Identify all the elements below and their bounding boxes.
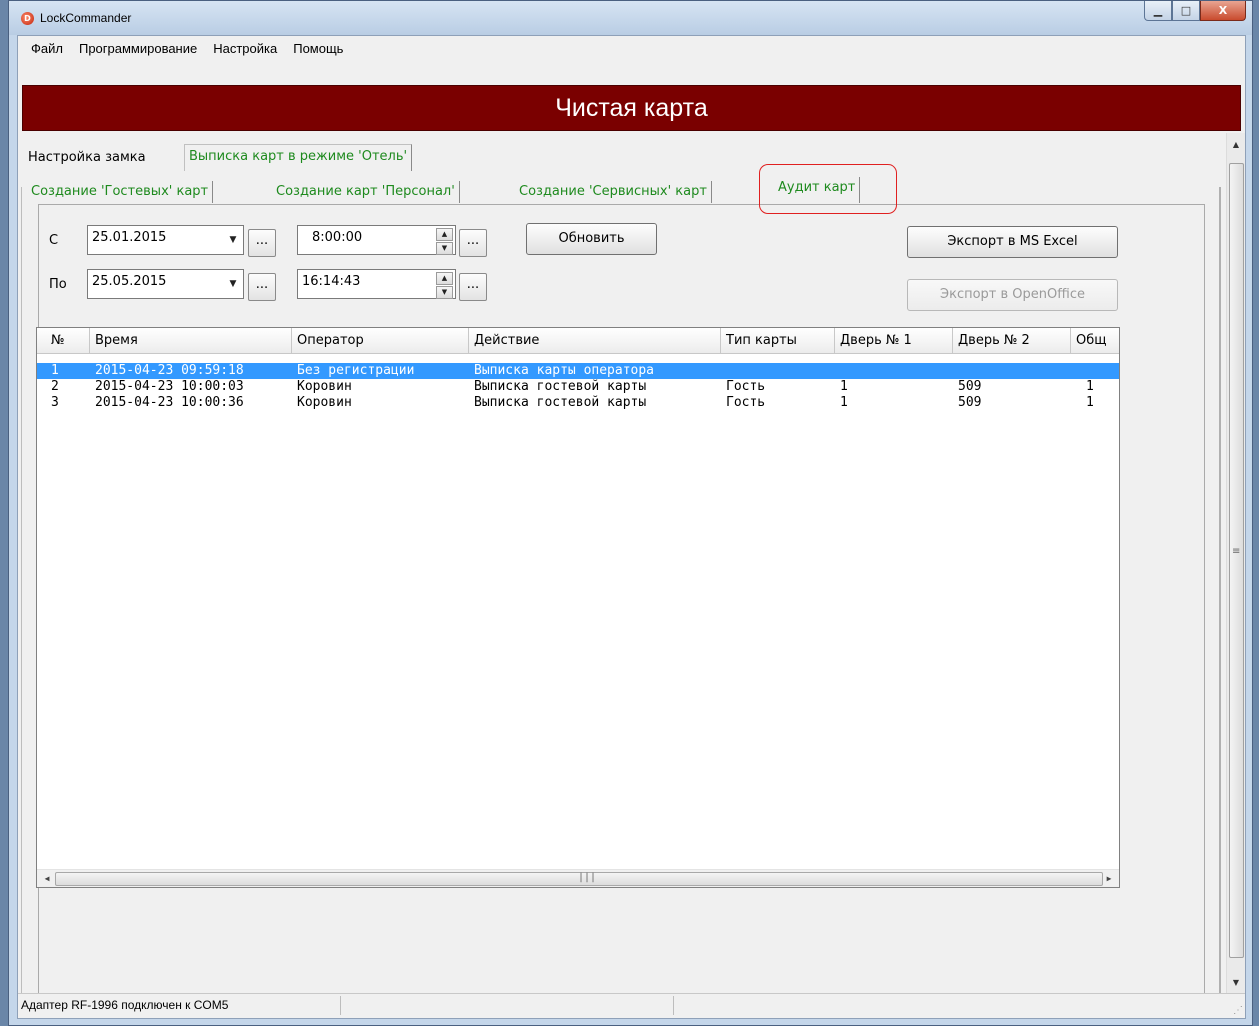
cell-operator: Коровин <box>297 395 352 410</box>
column-header-number[interactable]: № <box>46 328 90 353</box>
tab-lock-settings[interactable]: Настройка замка <box>24 147 150 169</box>
app-icon: D <box>21 12 34 25</box>
spin-down-icon[interactable]: ▼ <box>436 286 453 299</box>
spin-up-icon[interactable]: ▲ <box>436 272 453 285</box>
scroll-grip-icon: ≡ <box>1232 546 1241 558</box>
table-row[interactable]: 3 2015-04-23 10:00:36 Коровин Выписка го… <box>37 395 1119 411</box>
column-header-operator[interactable]: Оператор <box>292 328 469 353</box>
from-time-browse-button[interactable]: ... <box>459 229 487 257</box>
column-header-door-1[interactable]: Дверь № 1 <box>835 328 953 353</box>
audit-table[interactable]: № Время Оператор Действие Тип карты Двер… <box>36 327 1120 888</box>
column-header-card-type[interactable]: Тип карты <box>721 328 835 353</box>
column-header-common[interactable]: Общ <box>1071 328 1119 353</box>
cell-door-2: 509 <box>958 395 982 410</box>
adapter-status: Адаптер RF-1996 подключен к COM5 <box>18 996 341 1015</box>
to-date-picker[interactable]: 25.05.2015 ▼ <box>87 269 244 299</box>
scroll-grip-icon: ||| <box>578 872 597 883</box>
table-row[interactable]: 1 2015-04-23 09:59:18 Без регистрации Вы… <box>37 363 1119 379</box>
from-time-spinner[interactable]: ▲ ▼ <box>436 228 453 255</box>
to-time-value: 16:14:43 <box>302 274 361 289</box>
from-date-value: 25.01.2015 <box>92 230 167 245</box>
scroll-right-arrow-icon[interactable]: ▶ <box>1101 870 1117 887</box>
table-row[interactable]: 2 2015-04-23 10:00:03 Коровин Выписка го… <box>37 379 1119 395</box>
table-header: № Время Оператор Действие Тип карты Двер… <box>37 328 1119 354</box>
chevron-down-icon[interactable]: ▼ <box>225 227 241 253</box>
status-bar: Адаптер RF-1996 подключен к COM5 ⋰ <box>18 993 1245 1018</box>
close-button[interactable]: X <box>1200 1 1246 21</box>
horizontal-scrollbar[interactable]: ◀ ||| ▶ <box>37 869 1119 887</box>
cell-time: 2015-04-23 10:00:03 <box>95 379 244 394</box>
menu-file[interactable]: Файл <box>24 41 72 56</box>
to-time-field[interactable]: 16:14:43 ▲ ▼ <box>297 269 456 299</box>
vertical-scrollbar[interactable]: ▲ ≡ ▼ <box>1226 133 1245 994</box>
menu-bar: Файл Программирование Настройка Помощь <box>18 36 1245 61</box>
tab-service-cards[interactable]: Создание 'Сервисных' карт <box>515 181 712 203</box>
scroll-up-arrow-icon[interactable]: ▲ <box>1227 136 1245 153</box>
cell-number: 2 <box>51 379 59 394</box>
cell-operator: Без регистрации <box>297 363 415 378</box>
maximize-button[interactable]: □ <box>1172 1 1200 21</box>
resize-grip-icon[interactable]: ⋰ <box>1233 1005 1243 1016</box>
cell-action: Выписка гостевой карты <box>474 379 647 394</box>
from-date-picker[interactable]: 25.01.2015 ▼ <box>87 225 244 255</box>
cell-card-type: Гость <box>726 395 766 410</box>
status-cell-3 <box>677 996 1237 1015</box>
cell-action: Выписка гостевой карты <box>474 395 647 410</box>
spin-down-icon[interactable]: ▼ <box>436 242 453 255</box>
audit-tab-highlight <box>759 164 897 214</box>
scroll-left-arrow-icon[interactable]: ◀ <box>39 870 55 887</box>
cell-time: 2015-04-23 09:59:18 <box>95 363 244 378</box>
cell-action: Выписка карты оператора <box>474 363 655 378</box>
to-time-spinner[interactable]: ▲ ▼ <box>436 272 453 299</box>
menu-programming[interactable]: Программирование <box>72 41 206 56</box>
from-time-value: 8:00:00 <box>312 230 363 245</box>
column-header-time[interactable]: Время <box>90 328 292 353</box>
cell-common: 1 <box>1086 395 1094 410</box>
scroll-down-arrow-icon[interactable]: ▼ <box>1227 974 1245 991</box>
chevron-down-icon[interactable]: ▼ <box>225 271 241 297</box>
column-header-action[interactable]: Действие <box>469 328 721 353</box>
card-status-banner: Чистая карта <box>22 85 1241 131</box>
menu-settings[interactable]: Настройка <box>206 41 286 56</box>
cell-door-1: 1 <box>840 395 848 410</box>
cell-door-2: 509 <box>958 379 982 394</box>
menu-help[interactable]: Помощь <box>286 41 352 56</box>
cell-number: 1 <box>51 363 59 378</box>
cell-time: 2015-04-23 10:00:36 <box>95 395 244 410</box>
from-time-field[interactable]: 8:00:00 ▲ ▼ <box>297 225 456 255</box>
tab-guest-cards[interactable]: Создание 'Гостевых' карт <box>27 181 214 203</box>
to-label: По <box>49 277 67 292</box>
from-date-browse-button[interactable]: ... <box>248 229 276 257</box>
cell-operator: Коровин <box>297 379 352 394</box>
cell-common: 1 <box>1086 379 1094 394</box>
cell-number: 3 <box>51 395 59 410</box>
minimize-button[interactable]: ▁ <box>1144 1 1172 21</box>
window-controls: ▁ □ X <box>1144 1 1246 21</box>
refresh-button[interactable]: Обновить <box>526 223 657 255</box>
vertical-scroll-thumb[interactable] <box>1229 163 1244 958</box>
cell-door-1: 1 <box>840 379 848 394</box>
spin-up-icon[interactable]: ▲ <box>436 228 453 241</box>
export-openoffice-button: Экспорт в OpenOffice <box>907 279 1118 311</box>
to-date-value: 25.05.2015 <box>92 274 167 289</box>
column-header-door-2[interactable]: Дверь № 2 <box>953 328 1071 353</box>
export-excel-button[interactable]: Экспорт в MS Excel <box>907 226 1118 258</box>
title-bar[interactable]: D LockCommander ▁ □ X <box>9 1 1252 35</box>
tab-hotel-cards[interactable]: Выписка карт в режиме 'Отель' <box>184 144 413 171</box>
status-cell-2 <box>344 996 674 1015</box>
from-label: С <box>49 233 59 248</box>
to-time-browse-button[interactable]: ... <box>459 273 487 301</box>
window-title: LockCommander <box>40 11 132 25</box>
cell-card-type: Гость <box>726 379 766 394</box>
to-date-browse-button[interactable]: ... <box>248 273 276 301</box>
tab-staff-cards[interactable]: Создание карт 'Персонал' <box>272 181 460 203</box>
